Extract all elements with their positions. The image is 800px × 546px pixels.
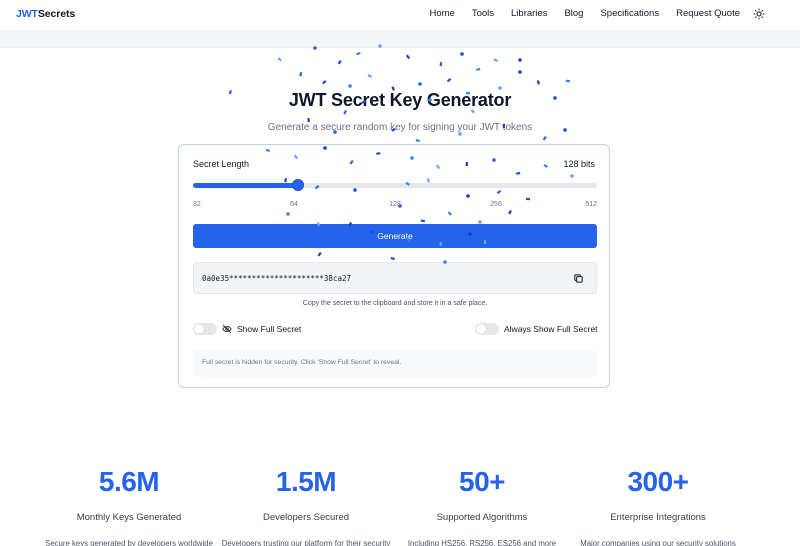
confetti-piece xyxy=(337,60,342,65)
stat-value: 5.6M xyxy=(98,466,160,497)
confetti-piece xyxy=(476,67,481,71)
tick-label: 64 xyxy=(290,201,298,208)
confetti-piece xyxy=(439,61,443,67)
stat-label: Enterprise Integrations xyxy=(610,512,706,523)
logo-secrets: Secrets xyxy=(37,8,76,20)
confetti-piece xyxy=(277,57,282,62)
confetti-piece xyxy=(406,54,410,60)
nav-link-tools[interactable]: Tools xyxy=(472,8,494,19)
stat-item: 50+ Supported Algorithms Including HS256… xyxy=(397,466,567,546)
toggle-knob xyxy=(194,324,204,334)
stat-value: 1.5M xyxy=(275,466,337,497)
confetti-piece xyxy=(518,58,522,62)
stat-desc: Secure keys generated by developers worl… xyxy=(45,539,213,546)
slider-ticks: 32 64 128 256 512 xyxy=(193,201,597,211)
confetti-piece xyxy=(418,82,422,86)
secret-output: 0a0e35*********************38ca27 xyxy=(193,262,597,294)
copy-icon[interactable] xyxy=(573,273,584,284)
tick-label: 512 xyxy=(585,201,597,208)
always-show-label: Always Show Full Secret xyxy=(504,324,598,334)
secret-length-label: Secret Length xyxy=(193,159,250,169)
confetti-piece xyxy=(348,84,352,88)
confetti-piece xyxy=(356,52,361,56)
nav-link-libraries[interactable]: Libraries xyxy=(511,8,547,19)
slider-fill xyxy=(193,183,299,188)
confetti-piece xyxy=(415,139,420,143)
confetti-piece xyxy=(299,71,303,77)
stat-item: 1.5M Developers Secured Developers trust… xyxy=(221,466,391,546)
confetti-piece xyxy=(367,73,372,78)
page-subtitle: Generate a secure random key for signing… xyxy=(267,122,533,133)
bits-value: 128 bits xyxy=(563,159,595,169)
stat-desc: Developers trusting our platform for the… xyxy=(221,539,391,546)
confetti-piece xyxy=(460,52,464,56)
eye-off-icon xyxy=(222,324,232,334)
confetti-piece xyxy=(446,77,452,83)
stat-desc: Major companies using our security solut… xyxy=(580,539,736,546)
stat-label: Supported Algorithms xyxy=(436,512,528,523)
stat-value: 300+ xyxy=(627,466,689,497)
info-box: Full secret is hidden for security. Clic… xyxy=(193,349,597,377)
confetti-piece xyxy=(542,135,547,141)
nav-link-specifications[interactable]: Specifications xyxy=(600,8,659,19)
nav-link-home[interactable]: Home xyxy=(429,8,454,19)
show-full-secret-label: Show Full Secret xyxy=(237,324,302,334)
confetti-piece xyxy=(536,80,540,85)
sun-icon[interactable] xyxy=(753,8,765,20)
confetti-piece xyxy=(322,80,327,85)
logo-jwt: JWT xyxy=(16,8,38,20)
secret-length-slider[interactable] xyxy=(193,179,597,191)
show-full-secret-toggle[interactable] xyxy=(193,323,217,335)
nav-link-blog[interactable]: Blog xyxy=(564,8,583,19)
stat-label: Monthly Keys Generated xyxy=(76,512,182,523)
confetti-piece xyxy=(518,70,522,74)
page-title: JWT Secret Key Generator xyxy=(288,90,512,110)
header-band xyxy=(0,30,800,48)
tick-label: 128 xyxy=(389,201,401,208)
nav-links: Home Tools Libraries Blog Specifications… xyxy=(412,8,740,19)
tick-label: 32 xyxy=(193,201,201,208)
generator-card: Secret Length 128 bits 32 64 128 256 512… xyxy=(178,144,610,388)
info-text: Full secret is hidden for security. Clic… xyxy=(202,359,402,366)
tick-label: 256 xyxy=(490,201,502,208)
stat-label: Developers Secured xyxy=(262,512,350,523)
confetti-piece xyxy=(493,58,498,62)
copy-hint: Copy the secret to the clipboard and sto… xyxy=(302,300,488,307)
stat-value: 50+ xyxy=(459,466,506,497)
secret-text: 0a0e35*********************38ca27 xyxy=(202,274,352,283)
logo[interactable]: JWTSecrets xyxy=(16,8,75,20)
nav-link-request-quote[interactable]: Request Quote xyxy=(676,8,740,19)
confetti-piece xyxy=(565,79,570,83)
top-navbar: JWTSecrets Home Tools Libraries Blog Spe… xyxy=(0,0,800,30)
always-show-toggle[interactable] xyxy=(475,323,499,335)
show-full-secret-row: Show Full Secret xyxy=(193,322,301,336)
stat-item: 5.6M Monthly Keys Generated Secure keys … xyxy=(44,466,214,546)
stat-item: 300+ Enterprise Integrations Major compa… xyxy=(573,466,743,546)
slider-thumb[interactable] xyxy=(292,179,305,191)
generate-button[interactable]: Generate xyxy=(193,224,597,248)
toggle-knob xyxy=(476,324,486,334)
always-show-row: Always Show Full Secret xyxy=(475,322,598,336)
stat-desc: Including HS256, RS256, ES256 and more xyxy=(407,539,557,546)
